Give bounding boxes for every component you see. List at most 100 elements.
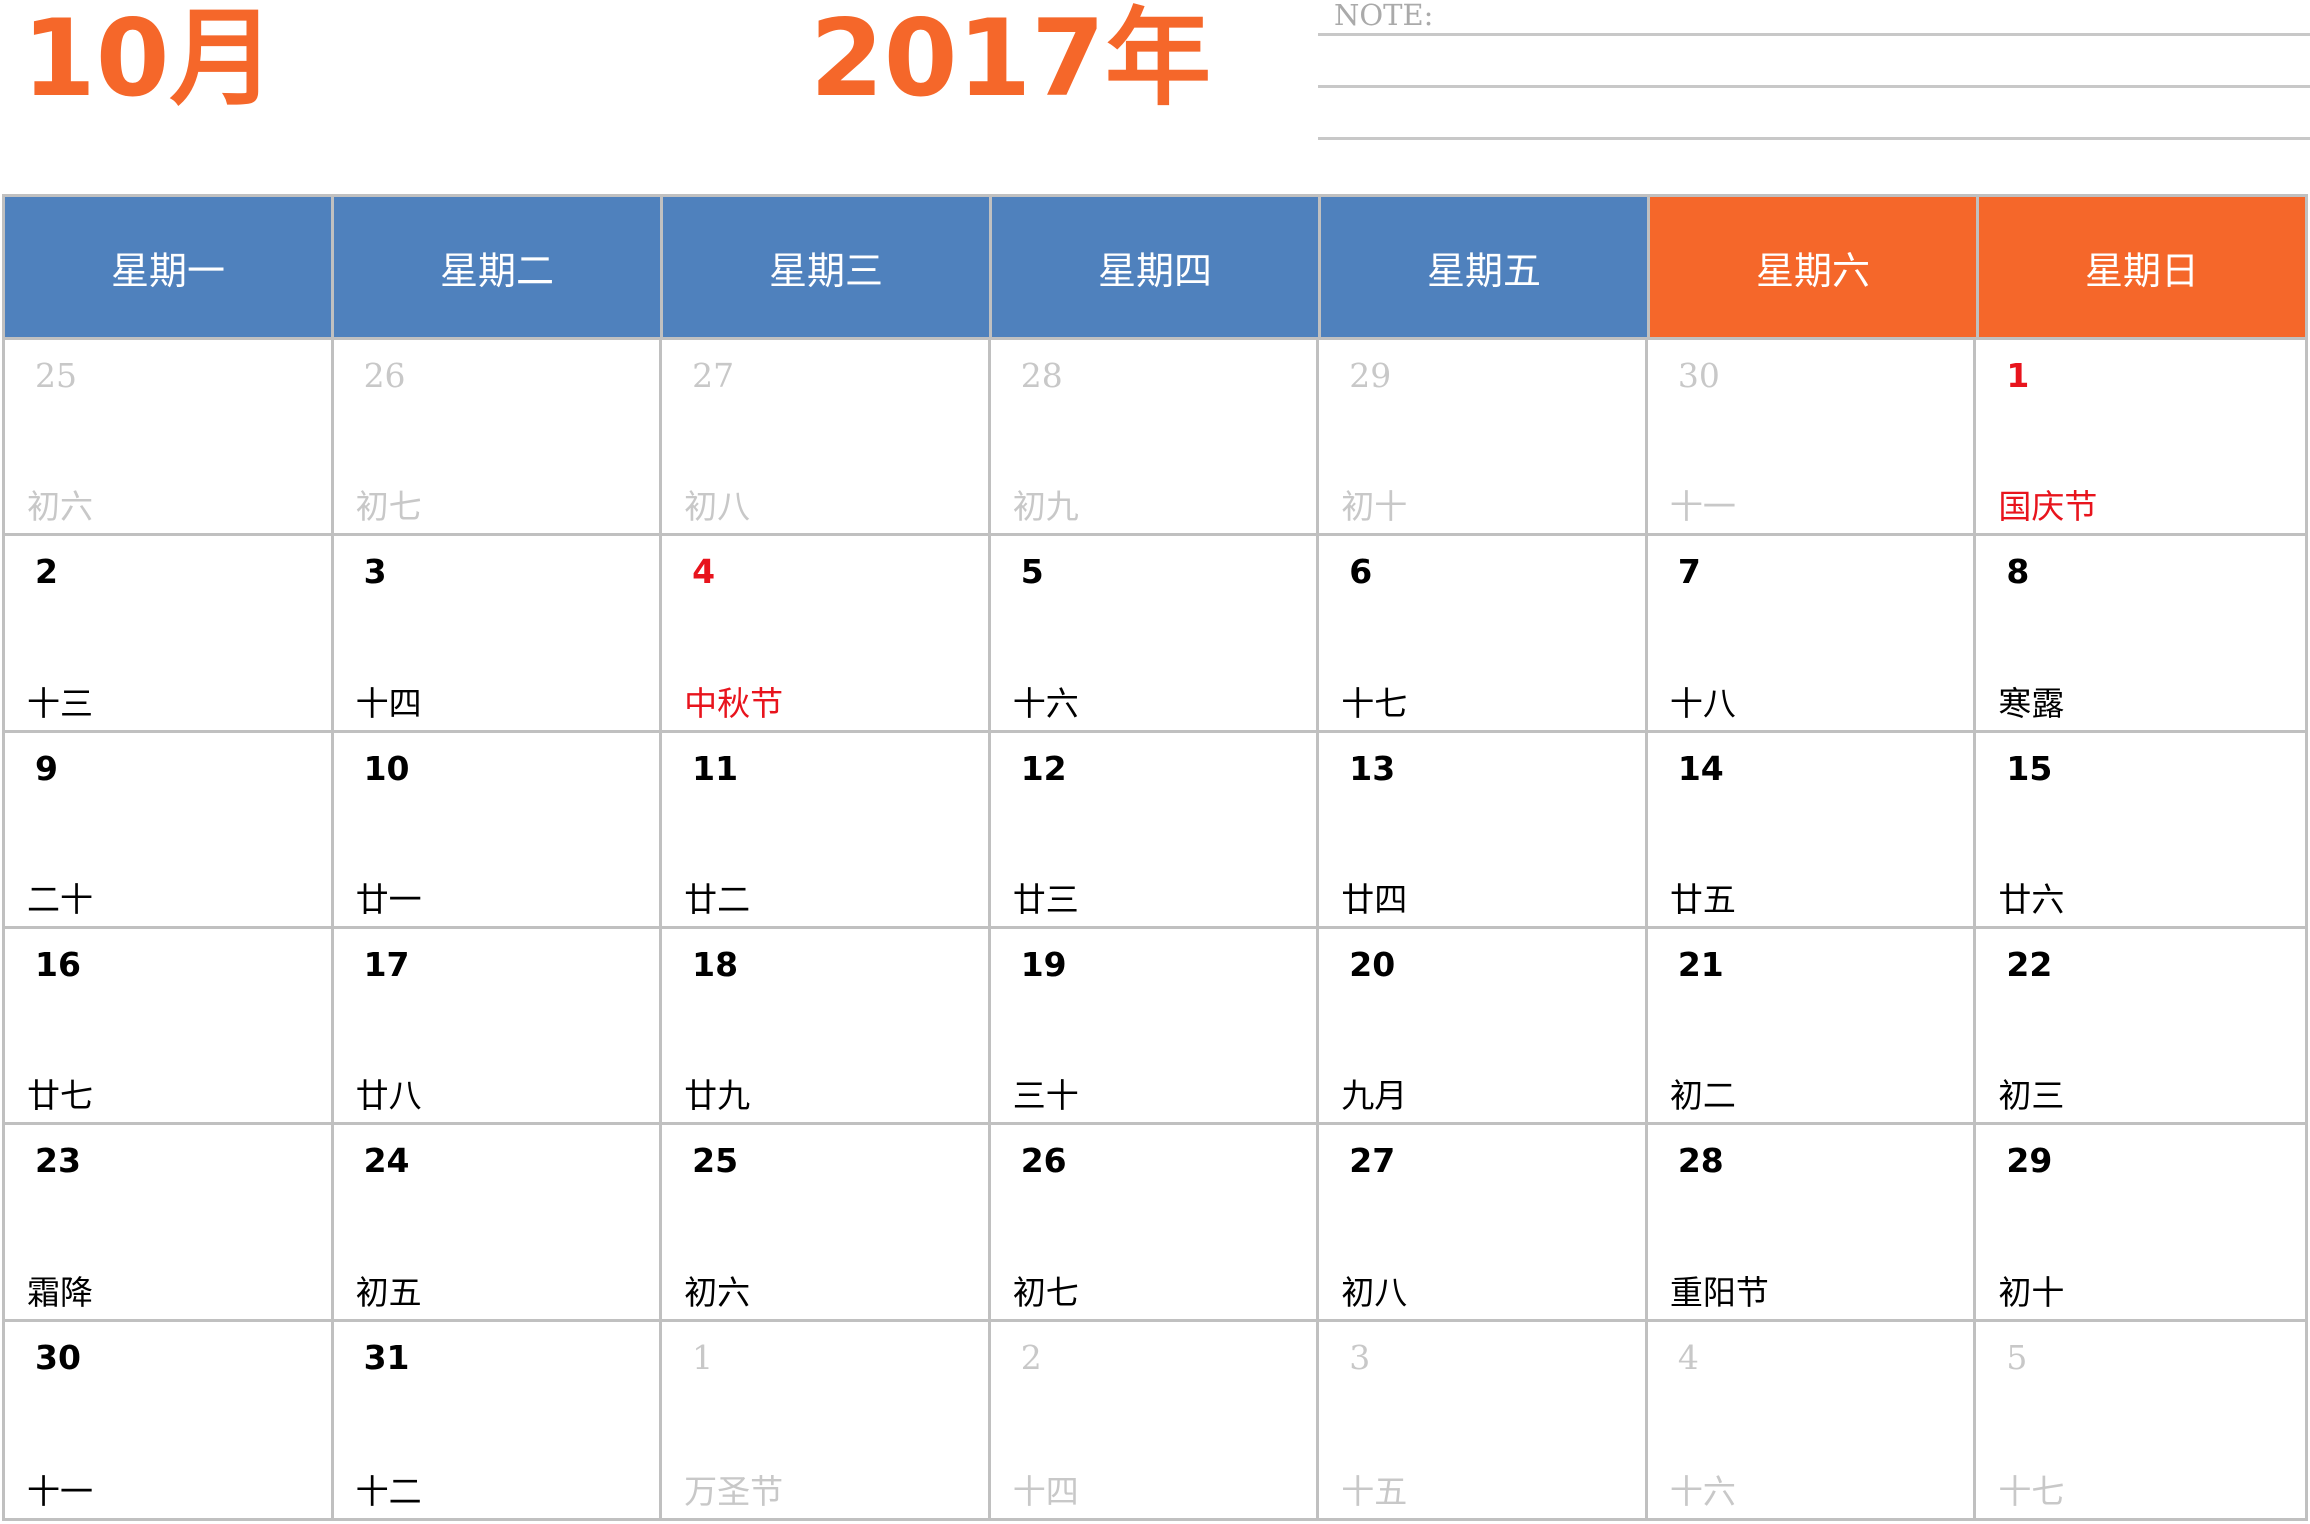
day-cell[interactable]: 30 十一	[5, 1321, 334, 1518]
lunar-date: 重阳节	[1669, 1272, 1769, 1312]
calendar-grid: 星期一 星期二 星期三 星期四 星期五 星期六 星期日 25 初六 26 初七 27 初八 28 初九 29…	[2, 194, 2308, 1521]
day-number: 5	[1020, 552, 1044, 592]
day-number: 31	[363, 1337, 410, 1377]
day-number: 24	[363, 1141, 410, 1181]
day-cell[interactable]: 17 廿八	[333, 928, 663, 1126]
lunar-date: 廿七	[27, 1076, 93, 1116]
day-number: 26	[363, 356, 406, 395]
day-number: 26	[1020, 1141, 1067, 1181]
day-number: 20	[1349, 944, 1396, 984]
day-grid: 25 初六 26 初七 27 初八 28 初九 29 初十 30 十一 1 国庆节 2 十三 3 十四 4 中秋节 5 十…	[5, 337, 2305, 1518]
day-number: 16	[35, 944, 81, 984]
lunar-date: 初九	[1012, 487, 1079, 527]
day-cell[interactable]: 26 初七	[333, 340, 663, 537]
day-number: 13	[1349, 748, 1396, 788]
weekday-header: 星期四	[992, 197, 1321, 337]
day-cell[interactable]: 5 十六	[990, 536, 1320, 733]
day-number: 17	[363, 944, 410, 984]
day-cell[interactable]: 30 十一	[1647, 340, 1977, 537]
day-number: 4	[692, 552, 716, 592]
day-number: 29	[1349, 356, 1392, 395]
day-cell[interactable]: 3 十四	[333, 536, 663, 733]
weekday-header: 星期六	[1650, 197, 1979, 337]
lunar-date: 初十	[1341, 487, 1408, 527]
day-cell[interactable]: 19 三十	[990, 928, 1320, 1126]
lunar-date: 初七	[1012, 1272, 1079, 1312]
day-cell[interactable]: 4 十六	[1648, 1321, 1977, 1518]
day-cell[interactable]: 14 廿五	[1647, 732, 1977, 929]
day-cell[interactable]: 2 十三	[5, 536, 334, 733]
day-number: 25	[35, 356, 77, 395]
lunar-date: 初八	[684, 487, 751, 527]
lunar-date: 十六	[1669, 1471, 1736, 1511]
lunar-date: 廿六	[1998, 879, 2065, 919]
day-cell[interactable]: 4 中秋节	[662, 536, 991, 733]
day-number: 3	[1349, 1337, 1371, 1377]
day-cell[interactable]: 3 十五	[1319, 1321, 1648, 1518]
day-cell[interactable]: 1 国庆节	[1976, 340, 2305, 537]
day-cell[interactable]: 22 初三	[1976, 929, 2305, 1126]
day-cell[interactable]: 28 初九	[990, 340, 1320, 537]
day-cell[interactable]: 1 万圣节	[662, 1321, 991, 1518]
day-cell[interactable]: 18 廿九	[662, 928, 991, 1126]
day-cell[interactable]: 15 廿六	[1976, 733, 2305, 929]
day-number: 27	[1349, 1141, 1396, 1181]
day-number: 10	[363, 748, 410, 788]
day-number: 8	[2006, 552, 2030, 592]
day-number: 27	[692, 356, 735, 395]
day-cell[interactable]: 29 初十	[1976, 1125, 2305, 1322]
day-number: 6	[1349, 552, 1373, 592]
day-cell[interactable]: 16 廿七	[5, 928, 334, 1126]
lunar-date: 初十	[1998, 1272, 2065, 1312]
weekday-header: 星期一	[5, 197, 334, 337]
day-number: 18	[692, 944, 739, 984]
day-cell[interactable]: 2 十四	[991, 1321, 1320, 1518]
lunar-date: 初七	[355, 487, 422, 527]
day-cell[interactable]: 24 初五	[333, 1125, 663, 1322]
day-cell[interactable]: 7 十八	[1647, 536, 1977, 733]
lunar-date: 十三	[27, 683, 93, 723]
lunar-date: 三十	[1012, 1076, 1079, 1116]
day-number: 30	[35, 1337, 81, 1377]
day-cell[interactable]: 5 十七	[1976, 1322, 2305, 1518]
weekday-header: 星期五	[1321, 197, 1650, 337]
day-number: 4	[1677, 1337, 1699, 1377]
day-cell[interactable]: 8 寒露	[1976, 536, 2305, 733]
weekday-header: 星期三	[663, 197, 992, 337]
day-cell[interactable]: 21 初二	[1647, 928, 1977, 1126]
day-cell[interactable]: 31 十二	[334, 1321, 663, 1518]
lunar-date: 廿一	[355, 879, 422, 919]
day-number: 11	[692, 748, 739, 788]
lunar-date: 初八	[1341, 1272, 1408, 1312]
day-cell[interactable]: 25 初六	[5, 340, 334, 537]
lunar-date: 十四	[355, 683, 422, 723]
lunar-date: 万圣节	[684, 1471, 784, 1511]
lunar-date: 初五	[355, 1272, 422, 1312]
day-cell[interactable]: 25 初六	[662, 1125, 991, 1322]
lunar-date: 廿二	[684, 879, 751, 919]
day-cell[interactable]: 6 十七	[1319, 536, 1648, 733]
day-number: 1	[2006, 356, 2030, 395]
day-cell[interactable]: 27 初八	[662, 340, 991, 537]
day-cell[interactable]: 13 廿四	[1319, 732, 1648, 929]
day-cell[interactable]: 12 廿三	[990, 732, 1320, 929]
lunar-date: 初六	[27, 487, 93, 527]
day-cell[interactable]: 20 九月	[1319, 928, 1648, 1126]
day-cell[interactable]: 9 二十	[5, 732, 334, 929]
day-number: 28	[1020, 356, 1063, 395]
day-number: 1	[692, 1337, 714, 1377]
lunar-date: 寒露	[1998, 683, 2065, 723]
note-label: NOTE:	[1334, 0, 1434, 32]
day-number: 29	[2006, 1141, 2053, 1181]
day-number: 5	[2006, 1337, 2028, 1377]
day-cell[interactable]: 26 初七	[990, 1125, 1320, 1322]
day-cell[interactable]: 29 初十	[1319, 340, 1648, 537]
lunar-date: 十一	[27, 1471, 93, 1511]
day-cell[interactable]: 23 霜降	[5, 1125, 334, 1322]
day-cell[interactable]: 11 廿二	[662, 732, 991, 929]
day-cell[interactable]: 27 初八	[1319, 1125, 1648, 1322]
day-cell[interactable]: 10 廿一	[333, 732, 663, 929]
day-cell[interactable]: 28 重阳节	[1647, 1125, 1977, 1322]
lunar-date: 廿九	[684, 1076, 751, 1116]
day-number: 23	[35, 1141, 81, 1181]
